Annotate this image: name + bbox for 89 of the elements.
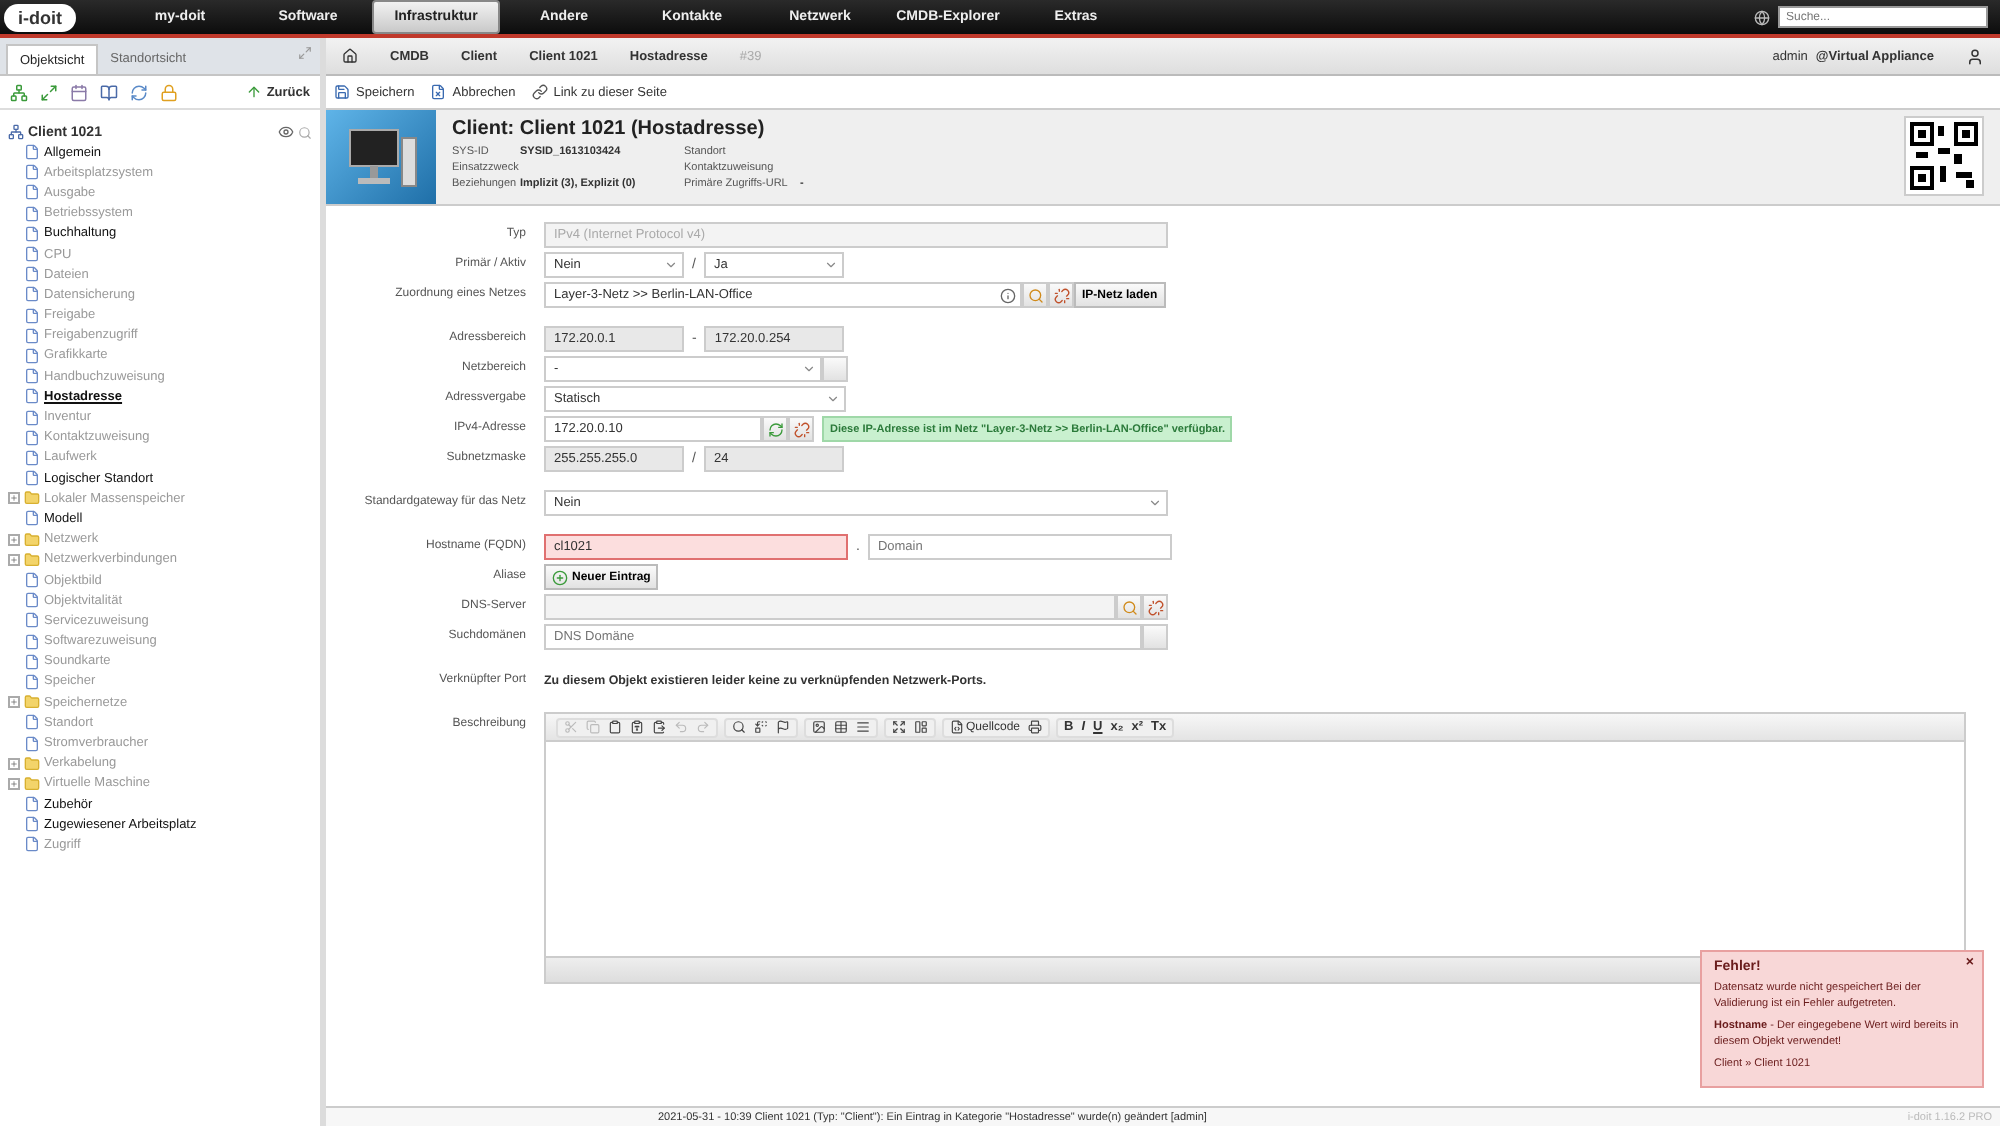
arrow-up-icon [246,84,263,100]
page-icon [24,612,40,629]
page-icon [24,225,40,242]
expand-icon[interactable] [298,46,312,60]
page-icon [24,246,40,263]
page-icon [24,144,40,161]
link-icon [531,84,548,100]
page-icon [24,429,40,446]
page-icon [24,409,40,426]
chevron-down-icon [802,362,816,376]
chevron-down-icon [664,258,678,272]
folder-icon [24,551,40,568]
globe-icon[interactable] [1754,9,1770,25]
detach-button[interactable] [788,416,814,442]
search-icon[interactable] [732,720,746,734]
printer-icon[interactable] [1028,720,1043,734]
expand-icon[interactable] [8,757,20,770]
lines-icon[interactable] [856,720,870,734]
page-icon [24,266,40,283]
folder-icon [24,531,40,548]
eye-icon[interactable] [278,124,294,140]
user-icon[interactable] [1966,47,1984,65]
clipboard-icon[interactable] [608,720,622,734]
search-icon [1027,287,1043,303]
page-icon [24,592,40,609]
chevron-down-icon [823,258,838,272]
page-icon [24,388,40,405]
folder-icon [24,755,40,772]
detach-button[interactable] [1142,594,1168,620]
expand-icon[interactable] [8,696,20,709]
logo[interactable]: i-doit [4,3,76,31]
expand-icon[interactable] [8,777,20,790]
code-file-icon [950,720,964,734]
book-icon[interactable] [100,83,118,101]
page-icon [24,714,40,731]
page-icon [24,368,40,385]
expand-icon[interactable] [8,553,20,566]
unlink-icon [1053,287,1069,303]
image-icon[interactable] [812,720,826,734]
plus-icon [552,569,568,585]
calendar-icon[interactable] [70,83,88,101]
folder-icon [24,775,40,792]
page-icon [24,816,40,833]
page-icon [24,796,40,813]
qr-code-drawing [1904,116,1984,196]
page-icon [24,470,40,487]
page-icon [24,735,40,752]
clipboard-icon[interactable] [630,720,644,734]
expand-icon[interactable] [40,83,58,101]
folder-icon [24,490,40,507]
detach-button[interactable] [1048,282,1074,308]
tree-icon[interactable] [10,83,28,101]
page-icon [24,184,40,201]
lock-icon[interactable] [160,83,178,101]
folder-icon [24,694,40,711]
page-icon [24,327,40,344]
paste-icon[interactable] [652,720,666,734]
search-icon [1121,599,1137,615]
expand-icon[interactable] [8,533,20,546]
unlink-icon [793,421,809,437]
page-icon [24,449,40,466]
search-button[interactable] [1022,282,1048,308]
blocks-icon[interactable] [914,720,928,734]
expand-icon[interactable] [8,492,20,505]
refresh-icon [767,421,783,437]
page-icon [24,633,40,650]
table-icon[interactable] [834,720,848,734]
page-icon [24,510,40,527]
page-icon [24,347,40,364]
floppy-icon [334,84,350,100]
refresh-button[interactable] [762,416,788,442]
page-icon [24,164,40,181]
chevron-down-icon [1148,496,1162,510]
flag-icon[interactable] [776,720,790,734]
page-icon [24,307,40,324]
home-icon[interactable] [342,48,358,64]
maximize-icon[interactable] [892,720,906,734]
page-icon [24,653,40,670]
unlink-icon [1147,599,1163,615]
search-button[interactable] [1116,594,1142,620]
page-icon [24,673,40,690]
page-icon [24,836,40,853]
page-icon [24,286,40,303]
refresh-icon[interactable] [130,83,148,101]
page-icon [24,572,40,589]
chevron-down-icon [826,392,840,406]
object-title: Client: Client 1021 (Hostadresse) [452,118,767,140]
page-icon [24,205,40,222]
file-x-icon [430,84,447,100]
